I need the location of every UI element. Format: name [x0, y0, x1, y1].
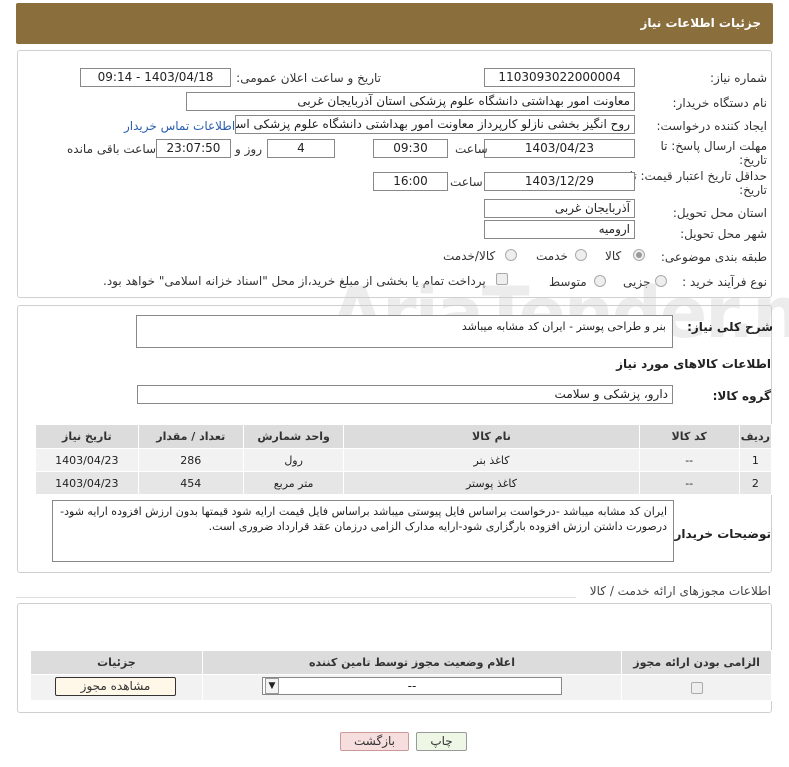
cell-name: کاغذ پوستر: [343, 471, 640, 495]
validity-label: حداقل تاریخ اعتبار قیمت: تا: [629, 169, 767, 183]
chevron-down-icon: ▼: [265, 678, 279, 694]
deadline-label-date: تاریخ:: [739, 153, 767, 167]
col-name: نام کالا: [343, 424, 640, 449]
validity-label-date: تاریخ:: [739, 183, 767, 197]
buyer-field: معاونت امور بهداشتی دانشگاه علوم پزشکی ا…: [186, 92, 635, 111]
cell-unit: متر مربع: [242, 471, 345, 495]
deadline-date-field: 1403/04/23: [484, 139, 635, 158]
goods-table-header: ردیف کد کالا نام کالا واحد شمارش تعداد /…: [35, 424, 773, 449]
col-row: ردیف: [738, 424, 773, 449]
cell-date: 1403/04/23: [35, 471, 139, 495]
category-option-goods: کالا: [605, 249, 622, 263]
cell-qty: 286: [137, 448, 244, 472]
col-permit-required: الزامی بودن ارائه مجوز: [621, 650, 772, 675]
cell-date: 1403/04/23: [35, 448, 139, 472]
validity-date-field: 1403/12/29: [484, 172, 635, 191]
col-qty: تعداد / مقدار: [137, 424, 244, 449]
col-code: کد کالا: [638, 424, 740, 449]
days-label: روز و: [235, 142, 262, 156]
need-number-field: 1103093022000004: [484, 68, 635, 87]
cell-unit: رول: [242, 448, 345, 472]
back-button[interactable]: بازگشت: [340, 732, 409, 751]
print-button[interactable]: چاپ: [416, 732, 467, 751]
cell-code: --: [638, 471, 740, 495]
process-radio-minor[interactable]: [655, 275, 667, 287]
process-label: نوع فرآیند خرید :: [682, 275, 767, 289]
process-option-minor: جزیی: [623, 275, 651, 289]
col-unit: واحد شمارش: [242, 424, 345, 449]
cell-row: 1: [738, 448, 773, 472]
goods-group-field: دارو، پزشکی و سلامت: [137, 385, 673, 404]
cell-row: 2: [738, 471, 773, 495]
remaining-label: ساعت باقی مانده: [67, 142, 157, 156]
col-permit-status: اعلام وضعیت مجوز توسط تامین کننده: [201, 650, 623, 675]
table-row: 2 -- کاغذ پوستر متر مربع 454 1403/04/23: [35, 471, 773, 495]
category-option-both: کالا/خدمت: [443, 249, 496, 263]
cell-qty: 454: [137, 471, 244, 495]
page-title: جزئیات اطلاعات نیاز: [16, 3, 773, 44]
permit-status-select[interactable]: -- ▼: [262, 677, 562, 695]
treasury-checkbox[interactable]: [496, 273, 508, 285]
deadline-time-label: ساعت: [455, 142, 488, 156]
goods-section-title: اطلاعات کالاهای مورد نیاز: [616, 357, 771, 371]
permits-divider: [16, 597, 576, 598]
creator-label: ایجاد کننده درخواست:: [656, 119, 767, 133]
creator-field: روح انگیز بخشی نازلو کارپرداز معاونت امو…: [235, 115, 635, 134]
permits-table-header: الزامی بودن ارائه مجوز اعلام وضعیت مجوز …: [30, 650, 772, 675]
province-label: استان محل تحویل:: [672, 206, 767, 220]
remaining-time-field: 23:07:50: [156, 139, 231, 158]
col-permit-details: جزئیات: [30, 650, 203, 675]
category-label: طبقه بندی موضوعی:: [660, 250, 767, 264]
category-radio-both[interactable]: [505, 249, 517, 261]
view-permit-button[interactable]: مشاهده مجوز: [55, 677, 176, 696]
goods-table: ردیف کد کالا نام کالا واحد شمارش تعداد /…: [35, 424, 773, 495]
deadline-time-field: 09:30: [373, 139, 448, 158]
goods-group-label: گروه کالا:: [712, 389, 771, 403]
validity-time-field: 16:00: [373, 172, 448, 191]
col-date: تاریخ نیاز: [35, 424, 139, 449]
cell-code: --: [638, 448, 740, 472]
need-number-label: شماره نیاز:: [710, 71, 767, 85]
category-radio-service[interactable]: [575, 249, 587, 261]
category-radio-goods[interactable]: [633, 249, 645, 261]
deadline-label: مهلت ارسال پاسخ: تا: [660, 139, 767, 153]
days-field: 4: [267, 139, 335, 158]
cell-name: کاغذ بنر: [343, 448, 640, 472]
province-field: آذربایجان غربی: [484, 199, 635, 218]
summary-field: بنر و طراحی پوستر - ایران کد مشابه میباش…: [136, 315, 673, 348]
buyer-contact-link[interactable]: اطلاعات تماس خریدار: [124, 119, 235, 133]
table-row: 1 -- کاغذ بنر رول 286 1403/04/23: [35, 448, 773, 472]
permits-title: اطلاعات مجوزهای ارائه خدمت / کالا: [589, 584, 771, 598]
buyer-notes-field: ایران کد مشابه میباشد -درخواست براساس فا…: [52, 500, 674, 562]
buyer-notes-label: توضیحات خریدار:: [669, 527, 771, 541]
city-label: شهر محل تحویل:: [680, 227, 767, 241]
cell-permit-required: [621, 674, 772, 701]
city-field: ارومیه: [484, 220, 635, 239]
permit-status-value: --: [407, 679, 417, 693]
buyer-label: نام دستگاه خریدار:: [672, 96, 768, 110]
announce-label: تاریخ و ساعت اعلان عمومی:: [236, 71, 381, 85]
process-option-medium: متوسط: [549, 275, 587, 289]
category-option-service: خدمت: [536, 249, 568, 263]
announce-field: 1403/04/18 - 09:14: [80, 68, 231, 87]
summary-label: شرح کلی نیاز:: [687, 320, 773, 334]
permit-required-checkbox: [690, 682, 703, 694]
validity-time-label: ساعت: [450, 175, 483, 189]
payment-note: پرداخت تمام یا بخشی از مبلغ خرید،از محل …: [103, 274, 486, 288]
process-radio-medium[interactable]: [594, 275, 606, 287]
